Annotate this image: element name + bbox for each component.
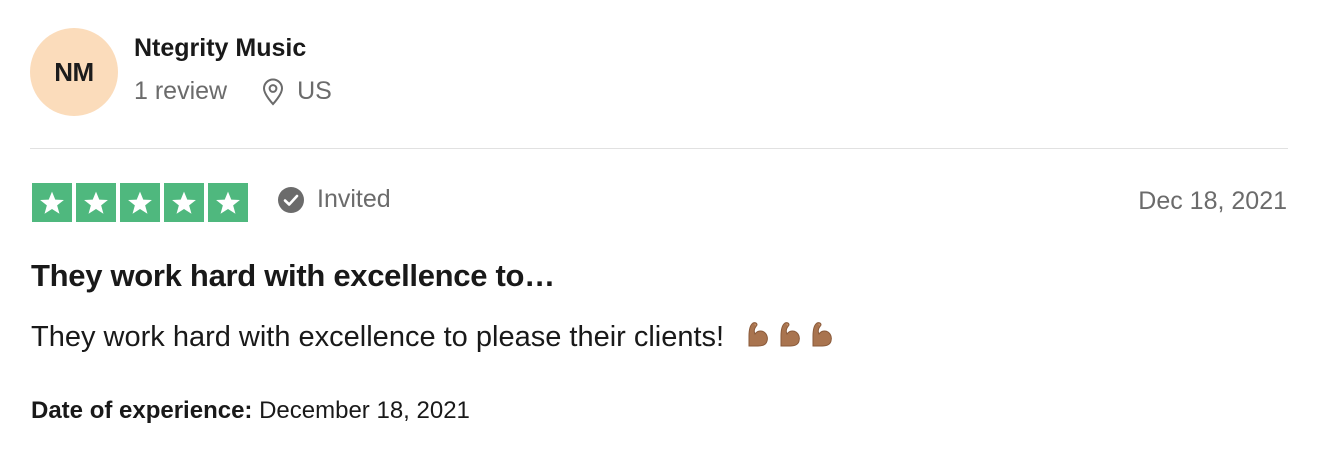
badge-label: Invited <box>317 185 391 213</box>
location-pin-icon <box>261 78 285 106</box>
flexed-biceps-icon <box>742 319 772 357</box>
review-title[interactable]: They work hard with excellence to… <box>31 258 555 294</box>
avatar-initials: NM <box>54 56 94 87</box>
review-card: NM Ntegrity Music 1 review US Invited De… <box>0 0 1318 460</box>
review-body: They work hard with excellence to please… <box>31 321 725 353</box>
consumer-location: US <box>297 77 332 105</box>
star-icon <box>164 183 204 222</box>
divider <box>30 148 1288 149</box>
emoji-group <box>742 319 836 357</box>
star-icon <box>208 183 248 222</box>
experience-date: December 18, 2021 <box>259 397 470 424</box>
review-text: They work hard with excellence to please… <box>31 319 836 357</box>
flexed-biceps-icon <box>806 319 836 357</box>
consumer-meta: 1 review US <box>134 77 332 106</box>
experience-label: Date of experience: <box>31 397 253 424</box>
check-circle-icon <box>277 186 305 214</box>
star-rating <box>32 183 248 222</box>
flexed-biceps-icon <box>774 319 804 357</box>
review-date: Dec 18, 2021 <box>1138 187 1287 215</box>
consumer-avatar[interactable]: NM <box>30 28 118 116</box>
date-of-experience: Date of experience: December 18, 2021 <box>31 397 470 425</box>
star-icon <box>32 183 72 222</box>
star-icon <box>120 183 160 222</box>
invited-badge[interactable]: Invited <box>277 185 391 214</box>
consumer-name[interactable]: Ntegrity Music <box>134 34 306 63</box>
review-count: 1 review <box>134 77 228 105</box>
star-icon <box>76 183 116 222</box>
